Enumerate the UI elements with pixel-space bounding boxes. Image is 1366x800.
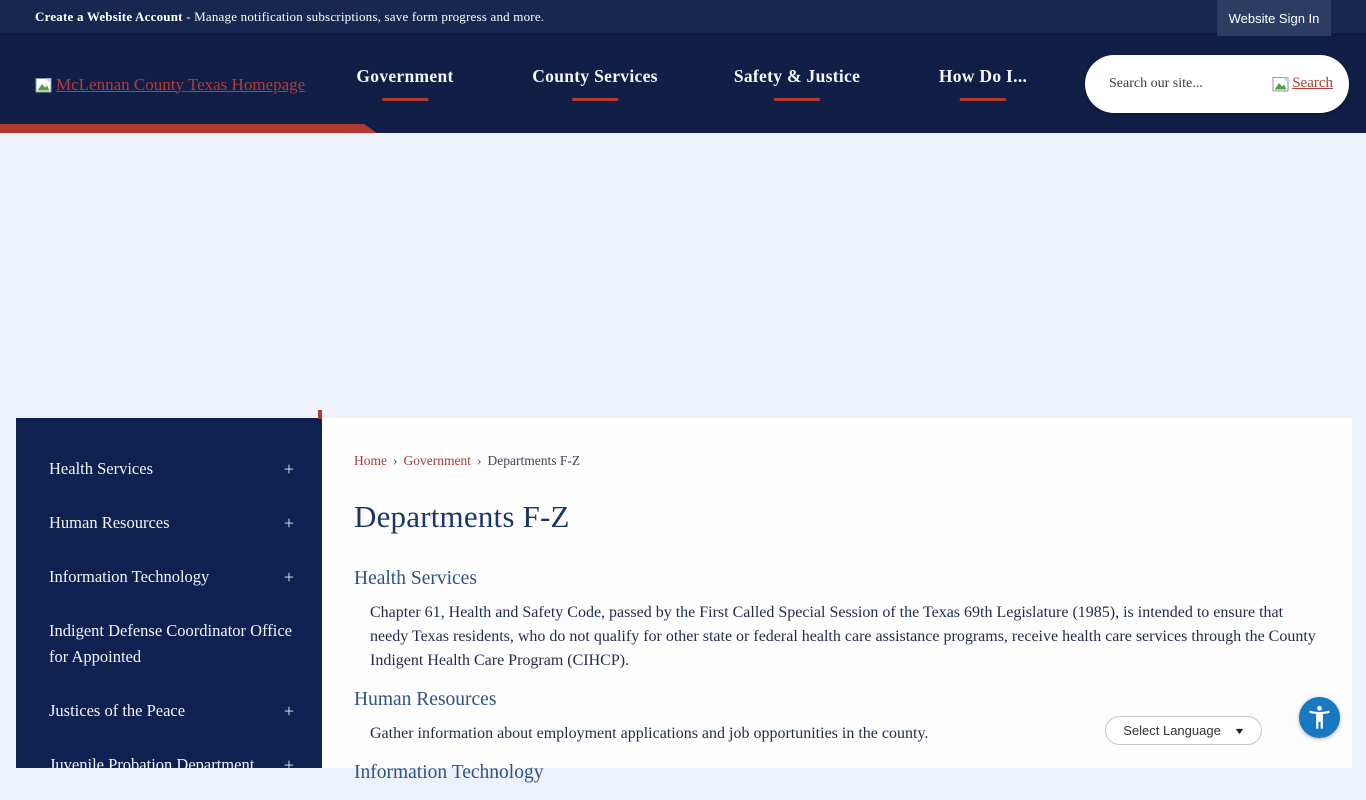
expand-plus-icon[interactable]: +: [276, 564, 294, 590]
broken-image-icon: [1272, 76, 1290, 93]
breadcrumb-separator: ›: [393, 453, 398, 468]
sidebar-item-indigent-defense[interactable]: Indigent Defense Coordinator Office for …: [49, 604, 294, 684]
sidebar-item-information-technology[interactable]: Information Technology +: [49, 550, 294, 604]
sidebar-item-label: Health Services: [49, 456, 153, 482]
sidebar-item-label: Human Resources: [49, 510, 170, 536]
sidebar-item-label: Indigent Defense Coordinator Office for …: [49, 618, 294, 670]
expand-plus-icon[interactable]: +: [276, 456, 294, 482]
nav-underline: [382, 98, 428, 101]
sidebar-item-health-services[interactable]: Health Services +: [49, 442, 294, 496]
breadcrumb-separator: ›: [477, 453, 482, 468]
nav-underline: [960, 98, 1006, 101]
broken-image-icon: [35, 77, 53, 94]
expand-plus-icon[interactable]: +: [276, 752, 294, 778]
page-title: Departments F-Z: [354, 498, 1318, 536]
sidebar-item-justices-of-the-peace[interactable]: Justices of the Peace +: [49, 684, 294, 738]
sidebar-menu: Health Services + Human Resources + Info…: [16, 418, 322, 792]
nav-county-services[interactable]: County Services: [532, 66, 658, 101]
nav-label: How Do I...: [939, 66, 1027, 86]
expand-plus-icon[interactable]: +: [276, 698, 294, 724]
department-sidebar: Health Services + Human Resources + Info…: [16, 418, 322, 768]
breadcrumb-government[interactable]: Government: [404, 453, 471, 468]
section-information-technology: Information Technology: [354, 760, 1318, 786]
website-sign-in-button[interactable]: Website Sign In: [1217, 0, 1331, 36]
sidebar-item-label: Juvenile Probation Department: [49, 752, 254, 778]
nav-label: County Services: [532, 66, 658, 86]
section-body-text: Chapter 61, Health and Safety Code, pass…: [370, 601, 1318, 673]
breadcrumb-current: Departments F-Z: [487, 453, 580, 468]
search-input[interactable]: [1107, 75, 1272, 93]
nav-safety-justice[interactable]: Safety & Justice: [734, 66, 860, 101]
section-health-services: Health Services Chapter 61, Health and S…: [354, 566, 1318, 673]
nav-label: Government: [356, 66, 453, 86]
accessibility-person-icon: [1306, 704, 1333, 731]
nav-underline: [572, 98, 618, 101]
search-button[interactable]: Search: [1272, 75, 1333, 93]
nav-label: Safety & Justice: [734, 66, 860, 86]
create-account-label[interactable]: Create a Website Account: [35, 9, 183, 24]
logo-alt-text: McLennan County Texas Homepage: [56, 75, 305, 95]
create-account-link[interactable]: Create a Website Account - Manage notifi…: [35, 9, 544, 25]
section-heading-link[interactable]: Health Services: [354, 566, 1318, 592]
nav-underline: [774, 98, 820, 101]
sidebar-item-label: Information Technology: [49, 564, 209, 590]
breadcrumb-home[interactable]: Home: [354, 453, 387, 468]
header-red-accent-bar: [0, 124, 377, 133]
chevron-down-icon: ▼: [1233, 726, 1245, 736]
select-language-label: Select Language: [1123, 723, 1221, 738]
site-header: McLennan County Texas Homepage Governmen…: [0, 36, 1366, 133]
select-language-dropdown[interactable]: Select Language ▼: [1105, 716, 1262, 745]
nav-how-do-i[interactable]: How Do I...: [939, 66, 1027, 101]
site-search: Search: [1085, 55, 1349, 113]
home-logo-link[interactable]: McLennan County Texas Homepage: [35, 75, 305, 95]
breadcrumb: Home › Government › Departments F-Z: [354, 452, 1318, 470]
expand-plus-icon[interactable]: +: [276, 510, 294, 536]
nav-government[interactable]: Government: [356, 66, 453, 101]
top-utility-bar: Create a Website Account - Manage notifi…: [0, 0, 1366, 36]
accessibility-widget-button[interactable]: [1299, 697, 1340, 738]
create-account-description: - Manage notification subscriptions, sav…: [183, 9, 545, 24]
section-heading-link[interactable]: Human Resources: [354, 687, 1318, 713]
search-button-label: Search: [1292, 75, 1333, 92]
sidebar-item-label: Justices of the Peace: [49, 698, 185, 724]
section-heading-link[interactable]: Information Technology: [354, 760, 1318, 786]
sidebar-item-juvenile-probation[interactable]: Juvenile Probation Department +: [49, 738, 294, 792]
sidebar-item-human-resources[interactable]: Human Resources +: [49, 496, 294, 550]
